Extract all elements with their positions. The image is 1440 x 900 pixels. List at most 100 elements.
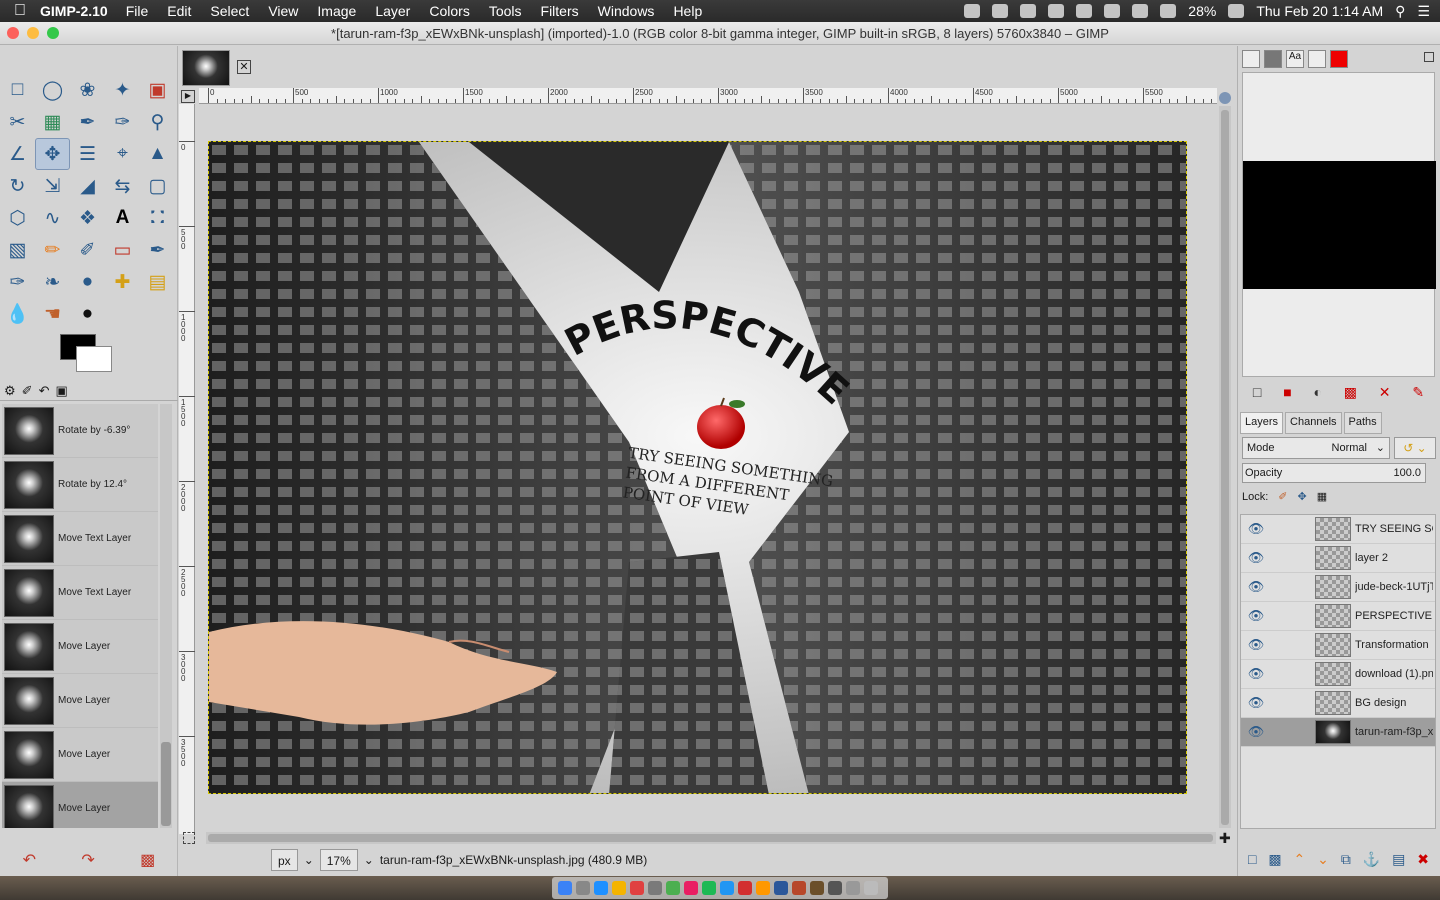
opacity-spinner[interactable]: Opacity 100.0 <box>1242 463 1426 483</box>
shear-icon[interactable]: ◢ <box>70 170 105 202</box>
apple-icon[interactable]:  <box>0 2 40 20</box>
app-icon[interactable] <box>630 881 644 895</box>
paintbrush-icon[interactable]: ✐ <box>70 234 105 266</box>
unit-select[interactable]: px <box>271 849 298 871</box>
colors-tab-icon[interactable] <box>1330 50 1348 68</box>
scrollbar-thumb[interactable] <box>208 834 1213 842</box>
dodge-burn-icon[interactable]: ● <box>70 298 105 330</box>
app-menu[interactable]: GIMP-2.10 <box>40 3 108 19</box>
clone-icon[interactable]: ● <box>70 266 105 298</box>
battery-percent[interactable]: 28% <box>1188 3 1216 19</box>
close-tab-icon[interactable]: ✕ <box>237 60 251 74</box>
undo-item[interactable]: Move Layer <box>2 728 158 782</box>
pencil-icon[interactable]: ✏ <box>35 234 70 266</box>
background-color-swatch[interactable] <box>76 346 112 372</box>
lock-alpha-icon[interactable]: ▦ <box>1317 490 1327 503</box>
handle-transform-icon[interactable]: ❖ <box>70 202 105 234</box>
align-icon[interactable]: ☰ <box>70 138 105 170</box>
mask-icon[interactable]: ▤ <box>1392 851 1405 868</box>
navigate-icon[interactable] <box>1219 92 1231 104</box>
eye-icon[interactable]: 👁 <box>1241 550 1271 566</box>
new-group-icon[interactable]: ▩ <box>1268 851 1281 868</box>
brush-preview-area[interactable] <box>1242 72 1436 377</box>
app-icon[interactable] <box>648 881 662 895</box>
undo-item[interactable]: Move Layer <box>2 620 158 674</box>
blur-icon[interactable]: 💧 <box>0 298 35 330</box>
rotate-icon[interactable]: ↻ <box>0 170 35 202</box>
menu-file[interactable]: File <box>126 3 149 19</box>
raise-layer-icon[interactable]: ⌃ <box>1294 851 1306 868</box>
canvas-image[interactable]: PERSPECTIVE TRY SEEING SOMETHING FROM A … <box>208 141 1187 794</box>
app-icon[interactable] <box>846 881 860 895</box>
launchpad-icon[interactable] <box>576 881 590 895</box>
scissors-icon[interactable]: ✂ <box>0 106 35 138</box>
app-icon[interactable] <box>720 881 734 895</box>
eye-icon[interactable]: 👁 <box>1241 579 1271 595</box>
airplay-icon[interactable] <box>1104 4 1121 18</box>
clear-selection-icon[interactable]: ■ <box>1283 384 1291 401</box>
lock-position-icon[interactable]: ✥ <box>1298 490 1307 503</box>
images-tab-icon[interactable]: ▣ <box>55 383 67 399</box>
wifi-icon[interactable] <box>1132 4 1149 18</box>
eye-icon[interactable]: 👁 <box>1241 666 1271 682</box>
undo-scrollbar[interactable] <box>160 404 172 828</box>
scrollbar-thumb[interactable] <box>161 742 171 826</box>
gimp-icon[interactable] <box>810 881 824 895</box>
minimize-window-button[interactable] <box>27 27 39 39</box>
cage-icon[interactable]: ⬡ <box>0 202 35 234</box>
anchor-icon[interactable]: ⚓ <box>1363 851 1380 868</box>
menu-filters[interactable]: Filters <box>541 3 579 19</box>
free-select-icon[interactable]: ❀ <box>70 74 105 106</box>
menu-layer[interactable]: Layer <box>375 3 410 19</box>
perspective-clone-icon[interactable]: ▤ <box>140 266 175 298</box>
search-icon[interactable]: ⚲ <box>1395 3 1405 20</box>
status-icon-1[interactable] <box>964 4 981 18</box>
save-channel-icon[interactable]: ▩ <box>1344 384 1357 401</box>
tab-channels[interactable]: Channels <box>1285 412 1342 434</box>
crop-icon[interactable]: ⌖ <box>105 138 140 170</box>
battery-icon[interactable] <box>1228 4 1245 18</box>
menu-view[interactable]: View <box>268 3 298 19</box>
edit-channel-icon[interactable]: ✎ <box>1412 384 1424 401</box>
chevron-down-icon[interactable]: ⌄ <box>364 853 374 867</box>
undo-item[interactable]: Rotate by 12.4° <box>2 458 158 512</box>
app-icon[interactable] <box>738 881 752 895</box>
status-icon-3[interactable] <box>1020 4 1037 18</box>
menu-colors[interactable]: Colors <box>429 3 469 19</box>
tool-options-tab-icon[interactable]: ⚙ <box>4 383 16 399</box>
ruler-corner-icon[interactable]: ▶ <box>181 90 195 103</box>
bucket-fill-icon[interactable]: ⛚ <box>140 202 175 234</box>
eye-icon[interactable]: 👁 <box>1241 724 1271 740</box>
warp-icon[interactable]: ∿ <box>35 202 70 234</box>
airbrush-icon[interactable]: ✒ <box>140 234 175 266</box>
scale-icon[interactable]: ⇲ <box>35 170 70 202</box>
gradient-icon[interactable]: ▧ <box>0 234 35 266</box>
app-icon[interactable] <box>666 881 680 895</box>
patterns-tab-icon[interactable] <box>1264 50 1282 68</box>
undo-item[interactable]: Move Text Layer <box>2 566 158 620</box>
unified-transform-icon[interactable]: ▲ <box>140 138 175 170</box>
navigate-crosshair-icon[interactable]: ✚ <box>1219 830 1231 847</box>
undo-history-tab-icon[interactable]: ↶ <box>39 383 50 399</box>
paths-icon[interactable]: ✒ <box>70 106 105 138</box>
cloud-icon[interactable] <box>992 4 1009 18</box>
layer-row[interactable]: 👁 PERSPECTIVE <box>1241 602 1435 631</box>
finder-icon[interactable] <box>558 881 572 895</box>
perspective-icon[interactable]: ▢ <box>140 170 175 202</box>
eye-icon[interactable]: 👁 <box>1241 695 1271 711</box>
word-icon[interactable] <box>774 881 788 895</box>
layer-row[interactable]: 👁 layer 2 <box>1241 544 1435 573</box>
lower-layer-icon[interactable]: ⌄ <box>1317 851 1329 868</box>
status-icon-4[interactable] <box>1048 4 1065 18</box>
menu-windows[interactable]: Windows <box>598 3 655 19</box>
status-icon-5[interactable] <box>1076 4 1093 18</box>
invert-icon[interactable]: ◐ <box>1313 384 1321 401</box>
spotify-icon[interactable] <box>702 881 716 895</box>
text-tool-icon[interactable]: A <box>105 202 140 234</box>
zoom-select[interactable]: 17% <box>319 849 358 871</box>
powerpoint-icon[interactable] <box>792 881 806 895</box>
device-status-tab-icon[interactable]: ✐ <box>22 383 33 399</box>
tab-layers[interactable]: Layers <box>1240 412 1284 434</box>
move-tool-icon[interactable]: ✥ <box>35 138 70 170</box>
eraser-icon[interactable]: ▭ <box>105 234 140 266</box>
